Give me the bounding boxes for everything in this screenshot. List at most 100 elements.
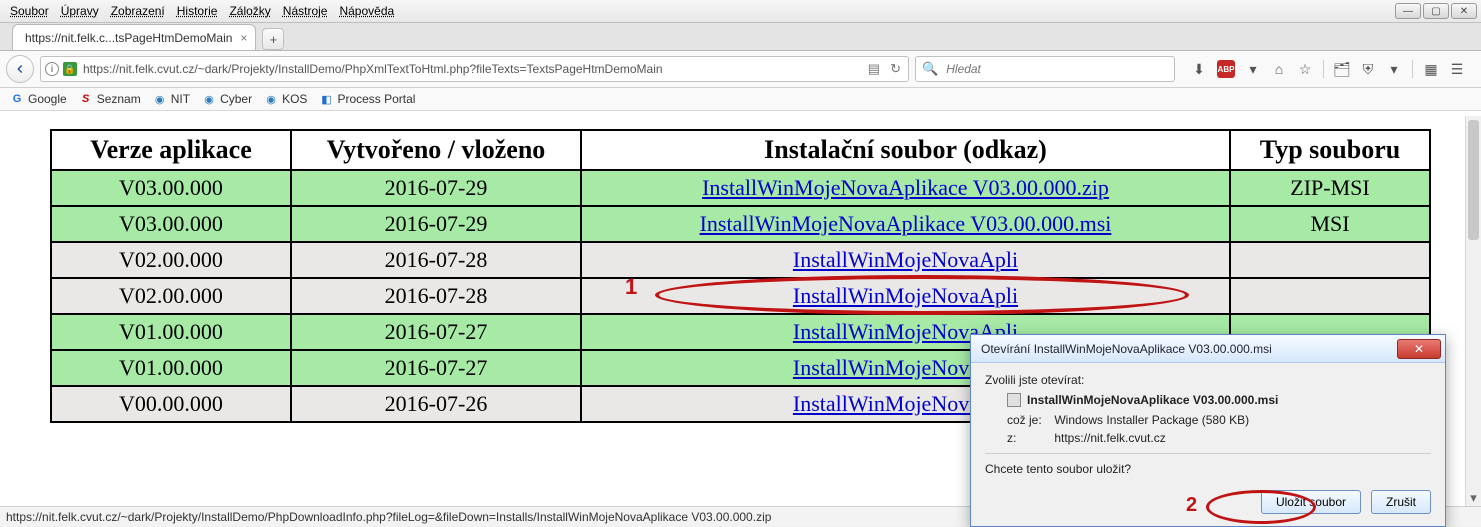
home-icon[interactable]: ⌂ — [1271, 61, 1287, 77]
dialog-from-value: https://nit.felk.cvut.cz — [1054, 431, 1165, 445]
separator — [1412, 60, 1413, 78]
menu-bar: Soubor Úpravy Zobrazení Historie Záložky… — [0, 0, 1481, 23]
save-file-button[interactable]: Uložit soubor — [1261, 490, 1361, 514]
dialog-close-button[interactable]: ✕ — [1397, 339, 1441, 359]
portal-icon: ◧ — [319, 92, 333, 106]
cell-file: InstallWinMojeNovaApli — [581, 278, 1230, 314]
bookmark-label: Seznam — [97, 92, 141, 106]
table-row: V03.00.0002016-07-29InstallWinMojeNovaAp… — [51, 206, 1430, 242]
menu-icon[interactable]: ☰ — [1449, 61, 1465, 77]
abp-icon[interactable]: ABP — [1217, 60, 1235, 78]
cell-file: InstallWinMojeNovaAplikace V03.00.000.ms… — [581, 206, 1230, 242]
menu-item[interactable]: Soubor — [4, 2, 55, 20]
download-link[interactable]: InstallWinMojeNovaApli — [793, 247, 1018, 272]
reload-icon[interactable]: ↻ — [887, 61, 904, 77]
globe-icon: ◉ — [264, 92, 278, 106]
sync-icon[interactable]: 🗂 — [1334, 61, 1350, 77]
cell-date: 2016-07-28 — [291, 242, 581, 278]
dialog-kind-value: Windows Installer Package (580 KB) — [1054, 413, 1249, 427]
scroll-down-icon[interactable]: ▾ — [1466, 490, 1481, 506]
bookmark-star-icon[interactable]: ☆ — [1297, 61, 1313, 77]
maximize-button[interactable]: ▢ — [1423, 3, 1449, 19]
cell-version: V01.00.000 — [51, 314, 291, 350]
column-header: Typ souboru — [1230, 130, 1430, 170]
new-tab-button[interactable]: + — [262, 28, 284, 50]
reader-mode-icon[interactable]: ▤ — [865, 61, 883, 77]
tile-icon[interactable]: ▦ — [1423, 61, 1439, 77]
browser-tab[interactable]: https://nit.felk.c...tsPageHtmDemoMain × — [12, 24, 256, 50]
cell-date: 2016-07-26 — [291, 386, 581, 422]
menu-item[interactable]: Nástroje — [277, 2, 334, 20]
cell-date: 2016-07-29 — [291, 206, 581, 242]
menu-item[interactable]: Nápověda — [333, 2, 400, 20]
bookmark-label: Google — [28, 92, 67, 106]
cell-type: ZIP-MSI — [1230, 170, 1430, 206]
download-link[interactable]: InstallWinMojeNovaAplikace V03.00.000.ms… — [700, 211, 1112, 236]
cell-file: InstallWinMojeNovaApli — [581, 242, 1230, 278]
menu-item[interactable]: Zobrazení — [105, 2, 171, 20]
menu-item[interactable]: Úpravy — [55, 2, 105, 20]
dialog-intro: Zvolili jste otevírat: — [985, 373, 1431, 387]
dialog-kind-label: což je: — [1007, 413, 1051, 427]
search-icon: 🔍 — [922, 61, 938, 77]
cancel-button[interactable]: Zrušit — [1371, 490, 1431, 514]
search-bar[interactable]: 🔍 — [915, 56, 1175, 82]
scrollbar-vertical[interactable]: ▴ ▾ — [1465, 116, 1481, 506]
chevron-down-icon[interactable]: ▾ — [1245, 61, 1261, 77]
cell-version: V00.00.000 — [51, 386, 291, 422]
menu-item[interactable]: Záložky — [223, 2, 276, 20]
dialog-title: Otevírání InstallWinMojeNovaAplikace V03… — [981, 342, 1397, 356]
column-header: Instalační soubor (odkaz) — [581, 130, 1230, 170]
pocket-icon[interactable]: ⛨ — [1360, 61, 1376, 77]
toolbar-right: ⬇ ABP ▾ ⌂ ☆ 🗂 ⛨ ▾ ▦ ☰ — [1181, 60, 1475, 78]
cell-date: 2016-07-27 — [291, 350, 581, 386]
close-tab-icon[interactable]: × — [240, 31, 247, 45]
cell-date: 2016-07-27 — [291, 314, 581, 350]
tab-title: https://nit.felk.c...tsPageHtmDemoMain — [25, 31, 232, 45]
download-dialog: Otevírání InstallWinMojeNovaAplikace V03… — [970, 334, 1446, 527]
seznam-icon: S — [79, 92, 93, 106]
cell-type — [1230, 278, 1430, 314]
search-input[interactable] — [944, 61, 1168, 77]
table-row: V02.00.0002016-07-28InstallWinMojeNovaAp… — [51, 278, 1430, 314]
cell-file: InstallWinMojeNovaAplikace V03.00.000.zi… — [581, 170, 1230, 206]
bookmark-item[interactable]: ◉Cyber — [202, 92, 252, 106]
cell-version: V02.00.000 — [51, 278, 291, 314]
bookmark-item[interactable]: ◉NIT — [153, 92, 190, 106]
download-link[interactable]: InstallWinMojeNovaAplikace V03.00.000.zi… — [702, 175, 1109, 200]
cell-type — [1230, 242, 1430, 278]
close-button[interactable]: ✕ — [1451, 3, 1477, 19]
scroll-thumb[interactable] — [1468, 120, 1479, 240]
google-icon: G — [10, 92, 24, 106]
dialog-titlebar[interactable]: Otevírání InstallWinMojeNovaAplikace V03… — [971, 335, 1445, 363]
status-text: https://nit.felk.cvut.cz/~dark/Projekty/… — [6, 510, 771, 524]
cell-date: 2016-07-29 — [291, 170, 581, 206]
lock-icon: 🔒 — [63, 62, 77, 76]
bookmark-item[interactable]: ◧ Process Portal — [319, 92, 415, 106]
cell-version: V02.00.000 — [51, 242, 291, 278]
bookmark-label: KOS — [282, 92, 307, 106]
bookmark-item[interactable]: S Seznam — [79, 92, 141, 106]
download-link[interactable]: InstallWinMojeNovaApli — [793, 283, 1018, 308]
cell-type: MSI — [1230, 206, 1430, 242]
cell-version: V01.00.000 — [51, 350, 291, 386]
globe-icon: ◉ — [202, 92, 216, 106]
table-row: V02.00.0002016-07-28 InstallWinMojeNovaAp… — [51, 242, 1430, 278]
back-button[interactable] — [6, 55, 34, 83]
url-bar[interactable]: i 🔒 ▤ ↻ — [40, 56, 909, 82]
table-row: V03.00.0002016-07-29InstallWinMojeNovaAp… — [51, 170, 1430, 206]
toolbar: i 🔒 ▤ ↻ 🔍 ⬇ ABP ▾ ⌂ ☆ 🗂 ⛨ ▾ ▦ ☰ — [0, 51, 1481, 88]
menu-item[interactable]: Historie — [171, 2, 224, 20]
bookmark-item[interactable]: ◉ KOS — [264, 92, 307, 106]
bookmark-bar: G Google S Seznam ◉NIT ◉Cyber ◉ KOS ◧ Proces… — [0, 88, 1481, 111]
minimize-button[interactable]: — — [1395, 3, 1421, 19]
bookmark-label: Process Portal — [337, 92, 415, 106]
downloads-icon[interactable]: ⬇ — [1191, 61, 1207, 77]
site-info-icon[interactable]: i — [45, 62, 59, 76]
dialog-filename: InstallWinMojeNovaAplikace V03.00.000.ms… — [1027, 393, 1278, 407]
url-input[interactable] — [81, 61, 861, 77]
bookmark-item[interactable]: G Google — [10, 92, 67, 106]
window-controls: — ▢ ✕ — [1395, 3, 1477, 19]
column-header: Verze aplikace — [51, 130, 291, 170]
chevron-down-icon[interactable]: ▾ — [1386, 61, 1402, 77]
